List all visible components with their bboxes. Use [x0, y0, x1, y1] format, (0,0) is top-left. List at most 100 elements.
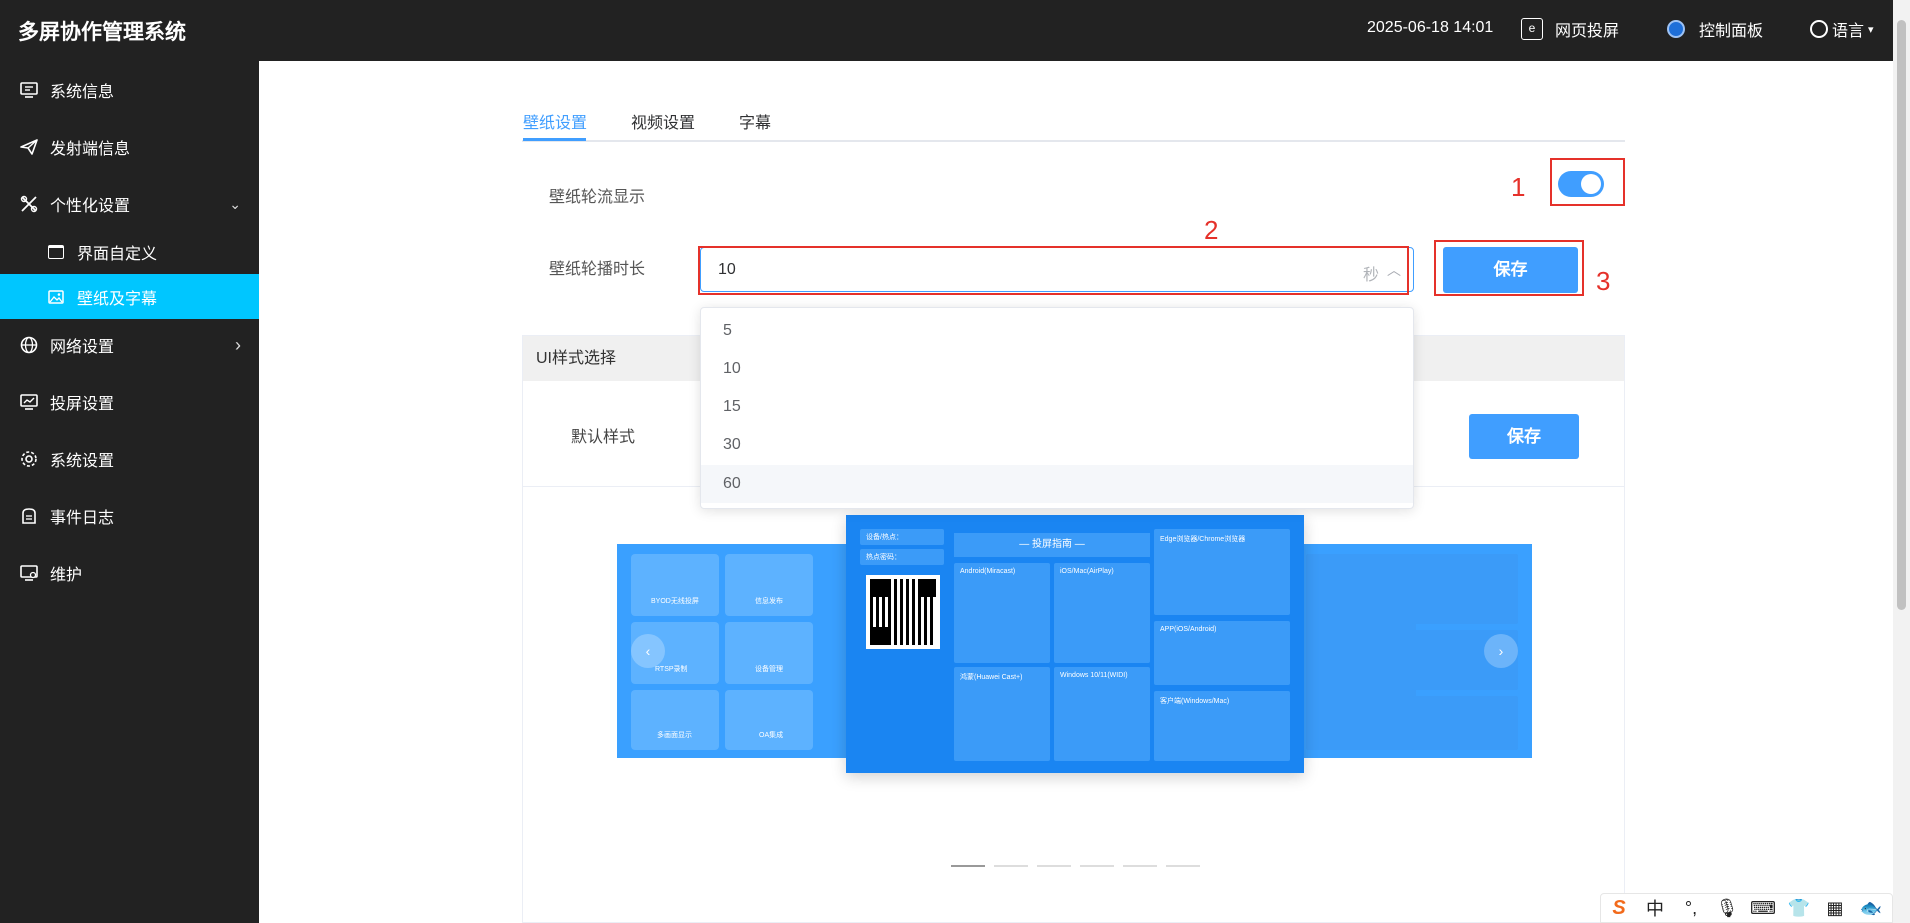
- tile-byod: BYOD无线投屏: [631, 554, 719, 616]
- control-panel-button[interactable]: 控制面板: [1667, 17, 1763, 41]
- carousel-dot[interactable]: [994, 865, 1028, 867]
- scrollbar-thumb[interactable]: [1897, 20, 1906, 610]
- right-client-panel: [1412, 696, 1518, 750]
- annotation-box-1: [1550, 158, 1625, 206]
- carousel-dot[interactable]: [1080, 865, 1114, 867]
- grid-icon[interactable]: ▦: [1817, 898, 1853, 919]
- dropdown-option[interactable]: 10: [701, 350, 1413, 388]
- annotation-box-3: [1434, 240, 1584, 296]
- monitor-icon: [18, 81, 40, 99]
- datetime: 2025-06-18 14:01: [1367, 19, 1494, 36]
- ime-logo[interactable]: S: [1601, 897, 1637, 920]
- send-icon: [18, 138, 40, 156]
- annotation-number-1: 1: [1511, 172, 1526, 202]
- sidebar-item-personalization[interactable]: 个性化设置 ⌄: [0, 176, 259, 232]
- control-panel-icon: [1667, 20, 1685, 38]
- carousel-prev-slide[interactable]: BYOD无线投屏 信息发布 RTSP录制 设备管理 多画面显示 OA集成 ‹: [617, 544, 847, 758]
- sidebar-item-label: 界面自定义: [77, 245, 158, 263]
- settings-tabs: 壁纸设置 视频设置 字幕: [522, 106, 1625, 142]
- sidebar-item-label: 网络设置: [50, 339, 115, 356]
- tile-oa: OA集成: [725, 690, 813, 750]
- panel-harmony: 鸿蒙(Huawei Cast+): [954, 667, 1050, 761]
- ime-toolbar: S 中 °, 🎙 ⌨ 👕 ▦ 🐟: [1600, 893, 1893, 923]
- tab-video-settings[interactable]: 视频设置: [631, 109, 695, 133]
- sidebar-item-label: 维护: [50, 567, 83, 584]
- tile-info-publish: 信息发布: [725, 554, 813, 616]
- panel-client: 客户端(Windows/Mac): [1154, 691, 1290, 761]
- guide-title: — 投屏指南 —: [954, 533, 1150, 557]
- carousel-dot[interactable]: [1166, 865, 1200, 867]
- globe-icon: [1810, 20, 1828, 38]
- window-icon: [47, 244, 65, 260]
- carousel-current-slide[interactable]: 设备/热点： 热点密码： — 投屏指南 — Android(Miracast) …: [846, 515, 1304, 773]
- annotation-number-3: 3: [1596, 266, 1611, 296]
- panel-edge: Edge浏览器/Chrome浏览器: [1154, 529, 1290, 615]
- panel-app: APP(iOS/Android): [1154, 621, 1290, 685]
- sidebar-item-sender-info[interactable]: 发射端信息: [0, 119, 259, 175]
- sidebar-item-event-log[interactable]: 事件日志: [0, 488, 259, 544]
- password-line: 热点密码：: [860, 549, 944, 565]
- panel-ios: iOS/Mac(AirPlay): [1054, 563, 1150, 663]
- tab-subtitle[interactable]: 字幕: [739, 109, 771, 133]
- sidebar-item-network[interactable]: 网络设置 ›: [0, 317, 259, 373]
- web-cast-label: 网页投屏: [1555, 23, 1620, 40]
- active-tab-indicator: [523, 138, 586, 141]
- ime-mode[interactable]: 中: [1637, 895, 1673, 921]
- sidebar: 系统信息 发射端信息 个性化设置 ⌄ 界面自定义 壁纸及字幕 网络设置 › 投屏…: [0, 61, 259, 923]
- right-guide-panel: [1306, 554, 1416, 750]
- ui-style-save-button[interactable]: 保存: [1469, 414, 1579, 459]
- sidebar-item-maintenance[interactable]: 维护: [0, 545, 259, 601]
- dropdown-option[interactable]: 5: [701, 312, 1413, 350]
- carousel-dot[interactable]: [1037, 865, 1071, 867]
- top-bar: 多屏协作管理系统 2025-06-18 14:01 e 网页投屏 控制面板 语言…: [0, 0, 1910, 61]
- sidebar-item-system-settings[interactable]: 系统设置: [0, 431, 259, 487]
- default-style-label: 默认样式: [571, 429, 636, 446]
- sidebar-item-label: 个性化设置: [50, 198, 131, 215]
- skin-icon[interactable]: 👕: [1781, 898, 1817, 919]
- chevron-right-icon: ›: [235, 334, 241, 355]
- caret-down-icon: ▾: [1868, 23, 1874, 36]
- carousel-dot[interactable]: [951, 865, 985, 867]
- tools-icon: [18, 195, 40, 213]
- tab-wallpaper-settings[interactable]: 壁纸设置: [523, 109, 587, 133]
- maintenance-icon: [18, 564, 40, 582]
- tile-device-mgmt: 设备管理: [725, 622, 813, 684]
- image-icon: [47, 289, 65, 305]
- screen-chart-icon: [18, 393, 40, 411]
- web-cast-button[interactable]: e 网页投屏: [1521, 17, 1619, 41]
- sidebar-item-cast-settings[interactable]: 投屏设置: [0, 374, 259, 430]
- carousel-next-arrow[interactable]: ›: [1484, 634, 1518, 668]
- sidebar-item-label: 壁纸及字幕: [77, 290, 158, 308]
- control-panel-label: 控制面板: [1699, 23, 1764, 40]
- dropdown-option[interactable]: 30: [701, 426, 1413, 464]
- dropdown-option[interactable]: 15: [701, 388, 1413, 426]
- carousel-prev-arrow[interactable]: ‹: [631, 634, 665, 668]
- punctuation-icon[interactable]: °,: [1673, 898, 1709, 919]
- sidebar-item-system-info[interactable]: 系统信息: [0, 62, 259, 118]
- carousel-next-slide[interactable]: ›: [1302, 544, 1532, 758]
- sidebar-item-label: 投屏设置: [50, 396, 115, 413]
- log-icon: [18, 507, 40, 525]
- dropdown-option-hovered[interactable]: 60: [701, 465, 1413, 503]
- sidebar-item-label: 系统信息: [50, 84, 115, 101]
- tile-multi-screen: 多画面显示: [631, 690, 719, 750]
- carousel-dot[interactable]: [1123, 865, 1157, 867]
- web-cast-icon: e: [1521, 18, 1543, 40]
- keyboard-icon[interactable]: ⌨: [1745, 898, 1781, 919]
- chevron-down-icon: ⌄: [229, 195, 241, 212]
- sidebar-item-label: 系统设置: [50, 453, 115, 470]
- rotation-label: 壁纸轮流显示: [549, 189, 646, 206]
- right-edge-panel: [1412, 554, 1518, 624]
- gear-icon: [18, 450, 40, 468]
- annotation-number-2: 2: [1204, 215, 1219, 245]
- device-line: 设备/热点：: [860, 529, 944, 545]
- sidebar-item-wallpaper-subtitle[interactable]: 壁纸及字幕: [0, 274, 259, 319]
- duration-dropdown: 5 10 15 30 60: [700, 307, 1414, 509]
- sidebar-item-ui-customize[interactable]: 界面自定义: [0, 229, 259, 274]
- microphone-icon[interactable]: 🎙: [1709, 898, 1745, 919]
- network-icon: [18, 336, 40, 354]
- annotation-box-2: [698, 246, 1409, 295]
- qr-code: [866, 575, 940, 649]
- mascot-icon[interactable]: 🐟: [1853, 898, 1889, 919]
- language-selector[interactable]: 语言 ▾: [1810, 17, 1874, 41]
